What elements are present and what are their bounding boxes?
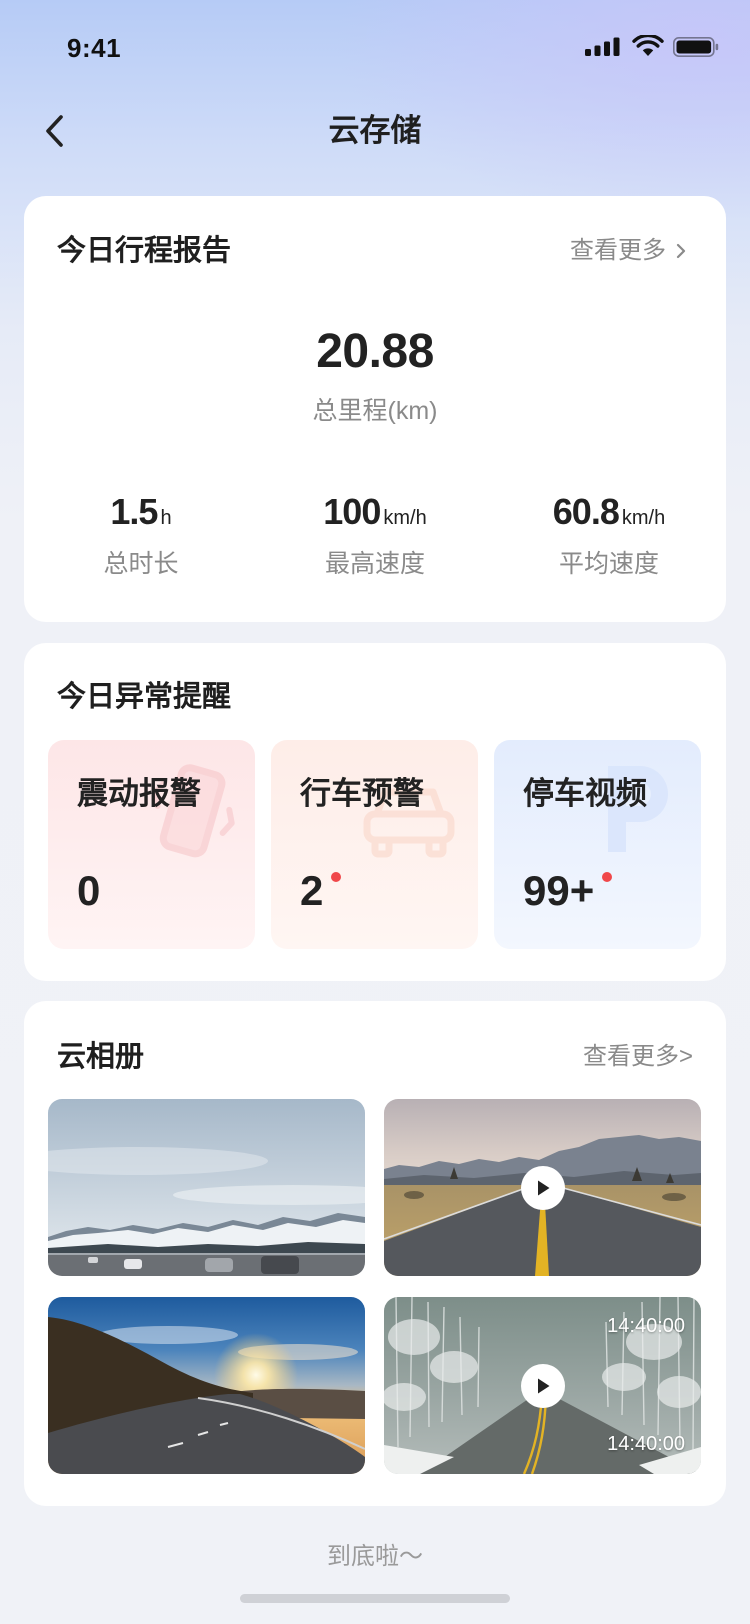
home-indicator[interactable]: [240, 1594, 510, 1603]
stat-label: 最高速度: [324, 550, 425, 578]
video-timestamp-top: 14:40:00: [607, 1315, 685, 1337]
battery-icon: [673, 37, 719, 57]
stat-total-duration: 1.5 h 总时长: [24, 490, 258, 580]
album-item[interactable]: [384, 1099, 701, 1276]
stat-unit: h: [160, 507, 172, 529]
tile-label: 行车预警: [300, 776, 424, 811]
count-value: 0: [77, 867, 101, 914]
play-icon: [537, 1378, 549, 1393]
total-distance-label: 总里程(km): [312, 397, 438, 425]
chevron-right-icon: [676, 243, 686, 259]
album-more-link[interactable]: 查看更多>: [583, 1041, 693, 1073]
album-item[interactable]: [48, 1099, 365, 1276]
play-icon: [537, 1180, 549, 1195]
video-timestamp-bottom: 14:40:00: [607, 1433, 685, 1455]
count-value: 99+: [523, 867, 595, 914]
stat-average-speed: 60.8 km/h 平均速度: [492, 490, 726, 580]
more-label: 查看更多: [570, 237, 666, 264]
cloud-album-card: 云相册 查看更多> 14:40:00 14:40:00: [24, 1001, 726, 1506]
signal-icon: [585, 37, 620, 56]
stat-max-speed: 100 km/h 最高速度: [258, 490, 492, 580]
stat-value: 60.8: [552, 491, 620, 532]
stat-label: 总时长: [103, 550, 179, 578]
tile-count: 2: [300, 866, 342, 916]
album-thumbnail: [48, 1297, 365, 1474]
alert-tile-driving[interactable]: 行车预警 2: [271, 740, 478, 949]
more-label: 查看更多>: [582, 1043, 693, 1070]
trip-report-title: 今日行程报告: [57, 235, 232, 267]
alert-tile-parking[interactable]: 停车视频 99+: [494, 740, 701, 949]
alert-tile-vibration[interactable]: 震动报警 0: [48, 740, 255, 949]
alerts-card: 今日异常提醒 震动报警 0 行车预警 2 停车视频 99+: [24, 643, 726, 981]
stat-value: 100: [323, 491, 381, 532]
stat-value: 1.5: [110, 491, 158, 532]
new-indicator-dot: [331, 872, 342, 882]
count-value: 2: [300, 867, 324, 914]
play-button[interactable]: [520, 1363, 565, 1408]
tile-label: 停车视频: [523, 776, 647, 811]
total-distance-value: 20.88: [316, 325, 434, 378]
album-thumbnail: [48, 1099, 365, 1276]
album-item[interactable]: [48, 1297, 365, 1474]
end-of-list-text: 到底啦～: [327, 1543, 423, 1570]
play-button[interactable]: [520, 1165, 565, 1210]
tile-count: 99+: [523, 866, 613, 916]
stat-label: 平均速度: [558, 550, 659, 578]
album-title: 云相册: [57, 1041, 145, 1073]
new-indicator-dot: [602, 872, 613, 882]
page-title: 云存储: [328, 113, 422, 148]
status-time: 9:41: [67, 33, 122, 63]
stat-unit: km/h: [621, 507, 666, 529]
alerts-title: 今日异常提醒: [57, 681, 232, 713]
album-item[interactable]: 14:40:00 14:40:00: [384, 1297, 701, 1474]
tile-label: 震动报警: [77, 776, 201, 811]
wifi-icon: [632, 35, 664, 56]
stat-unit: km/h: [383, 507, 427, 529]
tile-count: 0: [77, 866, 100, 916]
trip-report-more-link[interactable]: 查看更多: [570, 235, 686, 267]
trip-report-card: 今日行程报告 查看更多 20.88 总里程(km) 1.5 h 总时长 100 km…: [24, 196, 726, 622]
